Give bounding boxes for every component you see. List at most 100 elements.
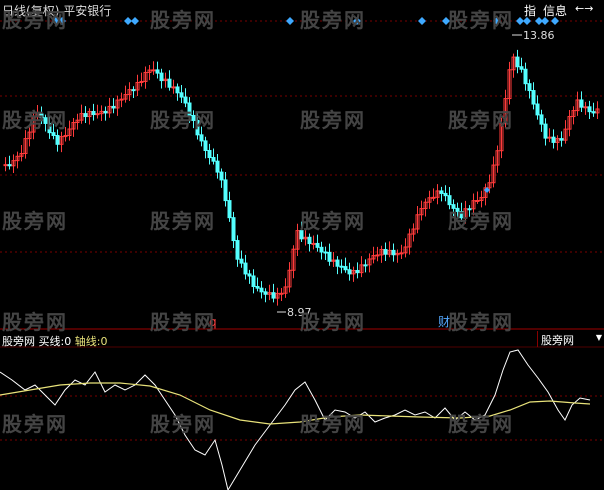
candle-body (519, 66, 524, 70)
candle-body (131, 89, 136, 92)
candle-body (515, 56, 520, 68)
candle-body (255, 285, 260, 289)
candle-body (523, 68, 528, 85)
candle-body (231, 217, 236, 242)
candle-body (579, 99, 584, 108)
candle-body (199, 134, 204, 142)
candle-body (259, 287, 264, 293)
watermark-text: 股旁网 (448, 412, 514, 436)
candle-body (251, 275, 256, 287)
candle-body (203, 140, 208, 151)
candle-body (531, 90, 536, 105)
candle-body (95, 113, 100, 116)
candle-body (327, 251, 332, 262)
info-button[interactable]: 信息 (543, 2, 567, 19)
signal-diamond-icon (516, 17, 524, 25)
candle-body (319, 246, 324, 253)
candle-body (587, 106, 592, 113)
watermark-text: 股旁网 (2, 412, 68, 436)
watermark-text: 股旁网 (150, 412, 216, 436)
candle-body (431, 196, 436, 199)
candle-body (375, 254, 380, 257)
candle-body (239, 258, 244, 264)
watermark-text: 股旁网 (300, 310, 366, 334)
candle-body (279, 292, 284, 295)
dropdown-arrow-icon[interactable]: ▼ (596, 333, 602, 342)
candle-body (271, 292, 276, 299)
stock-name: 平安银行 (63, 4, 112, 18)
watermark-text: 股旁网 (2, 310, 68, 334)
watermark-text: 股旁网 (448, 108, 514, 132)
watermark-text: 股旁网 (448, 310, 514, 334)
candle-body (559, 138, 564, 141)
candle-body (583, 106, 588, 109)
candle-body (363, 264, 368, 267)
candle-body (7, 164, 12, 167)
candle-body (223, 179, 228, 202)
watermark-text: 股旁网 (2, 8, 68, 32)
candle-body (175, 86, 180, 94)
index-button[interactable]: 指 (524, 2, 536, 19)
candle-body (159, 72, 164, 82)
candle-body (399, 252, 404, 255)
candle-body (335, 259, 340, 267)
watermark-text: 股旁网 (150, 8, 216, 32)
watermark-text: 股旁网 (448, 209, 514, 233)
candle-body (151, 69, 156, 72)
candle-body (339, 265, 344, 268)
candle-body (3, 164, 8, 167)
candle-body (539, 114, 544, 125)
candles (3, 34, 600, 313)
candle-body (591, 111, 596, 114)
candle-body (347, 269, 352, 275)
signal-diamond-icon (124, 17, 132, 25)
candle-body (263, 291, 268, 295)
candle-body (211, 157, 216, 162)
candle-body (243, 262, 248, 275)
signal-diamond-icon (286, 17, 294, 25)
watermark-text: 股旁网 (2, 108, 68, 132)
candle-body (215, 160, 220, 173)
candle-body (535, 103, 540, 116)
indicator-name: 股旁网 (2, 335, 35, 348)
candle-body (311, 242, 316, 245)
candle-body (355, 269, 360, 274)
candle-body (119, 98, 124, 101)
dropdown-label: 股旁网 (541, 334, 574, 347)
watermark-text: 股旁网 (2, 209, 68, 233)
candle-body (391, 249, 396, 256)
candle-body (155, 69, 160, 74)
candle-body (315, 242, 320, 248)
watermark-text: 股旁网 (150, 209, 216, 233)
indicator-dropdown[interactable]: 股旁网 ▼ (537, 331, 602, 347)
candle-body (103, 110, 108, 114)
candle-body (235, 240, 240, 260)
candle-body (179, 92, 184, 98)
candle-body (51, 132, 56, 136)
indicator-header: 股旁网 买线:0 轴线:0 (2, 333, 107, 349)
candle-body (111, 105, 116, 109)
watermark-text: 股旁网 (300, 108, 366, 132)
nav-arrows-icon[interactable]: ←→ (575, 2, 593, 15)
candle-body (183, 96, 188, 104)
watermark-text: 股旁网 (300, 8, 366, 32)
candle-body (543, 123, 548, 139)
candle-body (207, 149, 212, 159)
candle-body (227, 200, 232, 219)
high-price-label: 13.86 (523, 29, 555, 42)
candle-body (83, 113, 88, 118)
candle-body (475, 199, 480, 202)
candle-body (171, 86, 176, 89)
axis-line-label: 轴线: (74, 335, 101, 348)
candle-body (447, 195, 452, 206)
candle-body (343, 266, 348, 271)
candle-body (219, 171, 224, 181)
candle-body (307, 236, 312, 245)
candle-body (551, 136, 556, 143)
watermark-text: 股旁网 (300, 412, 366, 436)
candle-body (439, 190, 444, 194)
candle-body (55, 134, 60, 145)
candle-body (323, 251, 328, 254)
candle-body (167, 78, 172, 88)
watermark-text: 股旁网 (150, 310, 216, 334)
